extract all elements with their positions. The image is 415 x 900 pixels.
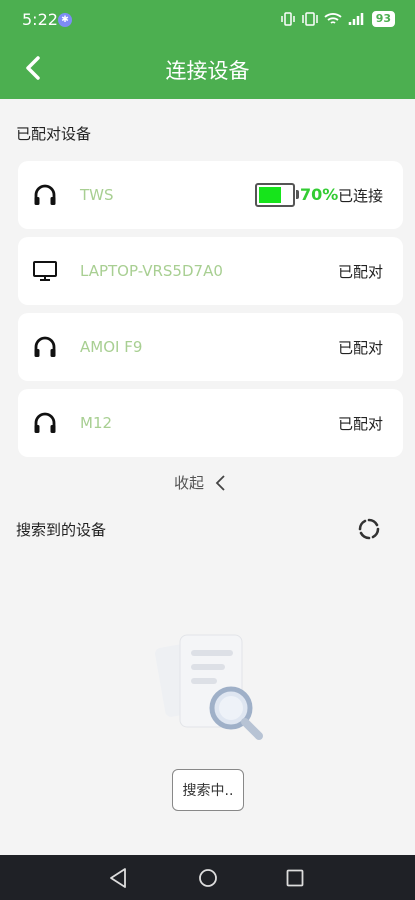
device-card-amoi-f9[interactable]: AMOI F9 已配对 [18,313,403,381]
device-card-m12[interactable]: M12 已配对 [18,389,403,457]
device-name: LAPTOP-VRS5D7A0 [80,262,223,280]
collapse-toggle[interactable]: 收起 [174,472,226,493]
discovered-section-title: 搜索到的设备 [16,521,107,539]
battery-indicator: 93 [371,11,395,27]
device-status: 已配对 [337,415,383,433]
status-icons: 93 [280,11,395,27]
page-title: 连接设备 [165,59,250,83]
headphones-icon [34,412,56,433]
bluetooth-badge-icon: ✱ [58,13,72,27]
device-name: AMOI F9 [80,338,143,356]
system-nav-bar [0,855,415,900]
nav-recents-button[interactable] [283,866,307,890]
headphones-icon [34,336,56,357]
vibrate-icon [280,12,295,26]
circle-home-icon [199,869,217,887]
paired-section-title: 已配对设备 [16,125,92,143]
monitor-icon [33,261,57,281]
app-header: 5:22 ✱ 93 连接设备 [0,0,415,99]
triangle-back-icon [110,868,126,888]
battery-tip [296,190,299,199]
device-card-laptop[interactable]: LAPTOP-VRS5D7A0 已配对 [18,237,403,305]
device-name: M12 [80,414,113,432]
collapse-label: 收起 [174,474,205,492]
headphones-icon [34,184,56,205]
status-bar: 5:22 ✱ 93 [0,0,415,40]
device-card-tws[interactable]: TWS 70% 已连接 [18,161,403,229]
device-battery-icon [255,183,295,207]
device-name: TWS [80,186,114,204]
wifi-icon [324,13,342,24]
refresh-icon[interactable] [357,517,381,541]
device-status: 已连接 [337,187,383,205]
searching-button[interactable]: 搜索中.. [172,769,244,811]
square-recents-icon [286,869,304,887]
chevron-left-icon [215,474,225,491]
battery-percent: 70% [300,185,339,204]
nfc-icon [301,12,318,26]
battery-fill [259,187,281,203]
device-status: 已配对 [337,263,383,281]
signal-icon [348,13,363,25]
device-status: 已配对 [337,339,383,357]
nav-home-button[interactable] [196,866,220,890]
status-time: 5:22 [22,10,58,29]
searching-illustration-icon [155,634,263,740]
nav-back-button[interactable] [106,866,130,890]
